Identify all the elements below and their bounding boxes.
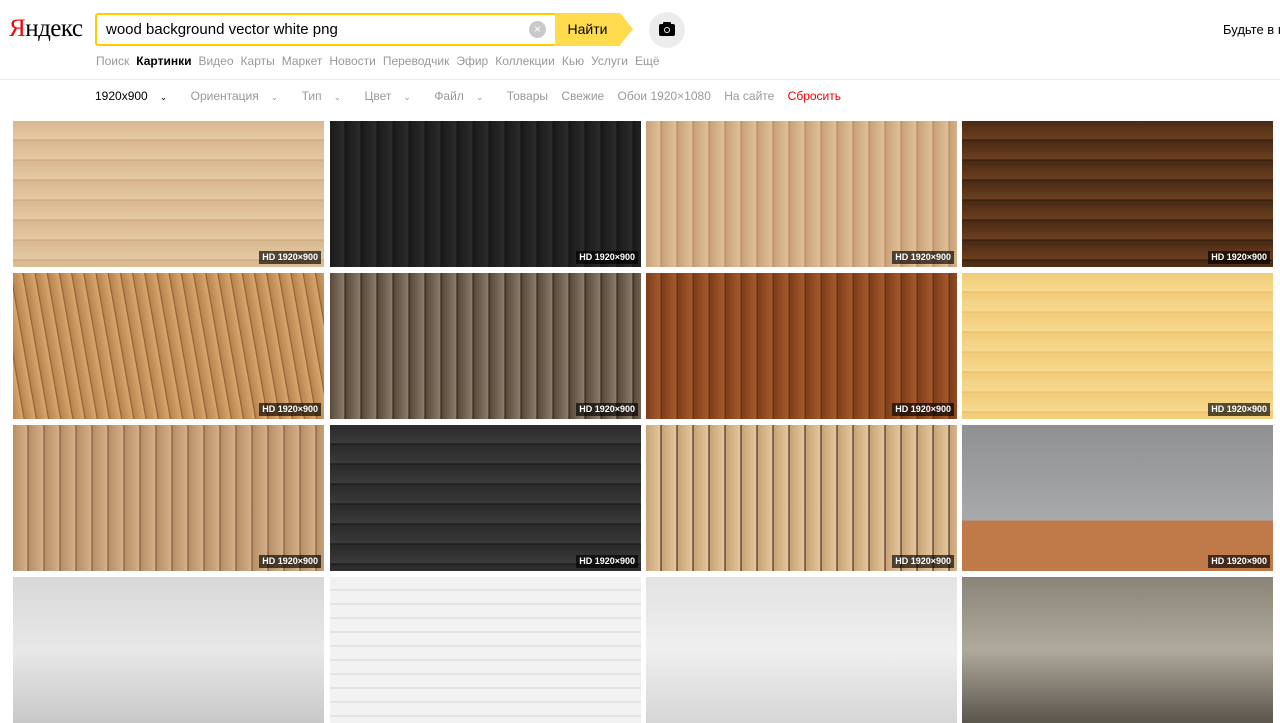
- image-tile-wood-room-spotlight[interactable]: HD 1920×900: [646, 425, 957, 571]
- image-tile-white-brick-wall[interactable]: [330, 577, 641, 723]
- filter-size[interactable]: 1920x900 ⌄: [95, 89, 177, 103]
- resolution-badge: HD 1920×900: [1208, 403, 1270, 416]
- resolution-badge: HD 1920×900: [259, 251, 321, 264]
- chevron-down-icon: ⌄: [403, 92, 411, 102]
- logo-text: ндекс: [25, 15, 83, 42]
- nav-item-5[interactable]: Новости: [329, 54, 375, 68]
- filter-file[interactable]: Файл ⌄: [434, 89, 493, 103]
- filter-reset[interactable]: Сбросить: [788, 89, 841, 103]
- chevron-down-icon: ⌄: [270, 92, 279, 102]
- image-tile-grunge-wall[interactable]: [962, 577, 1273, 723]
- promo-link[interactable]: Будьте в г: [1223, 22, 1280, 37]
- chevron-down-icon: ⌄: [159, 92, 168, 102]
- image-tile-old-wood-wall-dark[interactable]: HD 1920×900: [330, 273, 641, 419]
- image-tile-pale-yellow-wood[interactable]: HD 1920×900: [962, 273, 1273, 419]
- image-tile-concrete-wall-wood-floor[interactable]: HD 1920×900: [962, 425, 1273, 571]
- nav-item-7[interactable]: Эфир: [456, 54, 488, 68]
- search-button[interactable]: Найти: [555, 13, 620, 46]
- nav-item-1[interactable]: Картинки: [136, 54, 191, 68]
- resolution-badge: HD 1920×900: [576, 251, 638, 264]
- camera-icon[interactable]: [649, 12, 685, 48]
- resolution-badge: HD 1920×900: [892, 403, 954, 416]
- nav-item-3[interactable]: Карты: [241, 54, 275, 68]
- resolution-badge: HD 1920×900: [892, 251, 954, 264]
- search-button-arrow[interactable]: [620, 13, 633, 45]
- image-tile-red-brown-wood-planks[interactable]: HD 1920×900: [646, 273, 957, 419]
- nav-item-11[interactable]: Ещё: [635, 54, 660, 68]
- image-tile-wood-floor-perspective[interactable]: HD 1920×900: [13, 273, 324, 419]
- clear-icon[interactable]: ×: [529, 21, 546, 38]
- header: Яндекс wood background vector white png …: [0, 0, 1280, 80]
- service-nav: Поиск Картинки Видео Карты Маркет Новости Пере…: [96, 54, 667, 68]
- nav-item-0[interactable]: Поиск: [96, 54, 129, 68]
- chevron-down-icon: ⌄: [333, 92, 342, 102]
- nav-item-2[interactable]: Видео: [198, 54, 233, 68]
- image-tile-light-wood-planks[interactable]: HD 1920×900: [13, 121, 324, 267]
- nav-item-8[interactable]: Коллекции: [495, 54, 555, 68]
- resolution-badge: HD 1920×900: [576, 555, 638, 568]
- resolution-badge: HD 1920×900: [259, 555, 321, 568]
- image-tile-wood-wall-floor-room[interactable]: HD 1920×900: [646, 121, 957, 267]
- chevron-down-icon: ⌄: [475, 92, 484, 102]
- yandex-logo[interactable]: Яндекс: [9, 14, 83, 44]
- filter-color[interactable]: Цвет ⌄: [365, 89, 421, 103]
- filter-bar: 1920x900 ⌄ Ориентация ⌄ Тип ⌄ Цвет ⌄ Файл ⌄ Т…: [95, 89, 851, 103]
- filter-orientation[interactable]: Ориентация ⌄: [191, 89, 289, 103]
- resolution-badge: HD 1920×900: [1208, 555, 1270, 568]
- filter-goods[interactable]: Товары: [507, 89, 548, 103]
- filter-fresh[interactable]: Свежие: [561, 89, 604, 103]
- resolution-badge: HD 1920×900: [259, 403, 321, 416]
- resolution-badge: HD 1920×900: [576, 403, 638, 416]
- logo-letter: Я: [9, 15, 26, 42]
- nav-item-10[interactable]: Услуги: [591, 54, 628, 68]
- search-input[interactable]: wood background vector white png ×: [95, 13, 555, 46]
- image-tile-dark-gray-wood[interactable]: HD 1920×900: [330, 425, 641, 571]
- nav-item-9[interactable]: Кью: [562, 54, 584, 68]
- nav-item-6[interactable]: Переводчик: [383, 54, 450, 68]
- image-tile-dark-brown-wood[interactable]: HD 1920×900: [962, 121, 1273, 267]
- resolution-badge: HD 1920×900: [892, 555, 954, 568]
- filter-wallpaper[interactable]: Обои 1920×1080: [618, 89, 711, 103]
- image-tile-black-wood-planks[interactable]: HD 1920×900: [330, 121, 641, 267]
- filter-on-site[interactable]: На сайте: [724, 89, 774, 103]
- search-query[interactable]: wood background vector white png: [106, 21, 338, 39]
- nav-item-4[interactable]: Маркет: [282, 54, 323, 68]
- filter-type[interactable]: Тип ⌄: [302, 89, 352, 103]
- resolution-badge: HD 1920×900: [1208, 251, 1270, 264]
- image-tile-white-wall[interactable]: [646, 577, 957, 723]
- image-tile-white-concrete[interactable]: [13, 577, 324, 723]
- image-tile-knotty-wood-wall[interactable]: HD 1920×900: [13, 425, 324, 571]
